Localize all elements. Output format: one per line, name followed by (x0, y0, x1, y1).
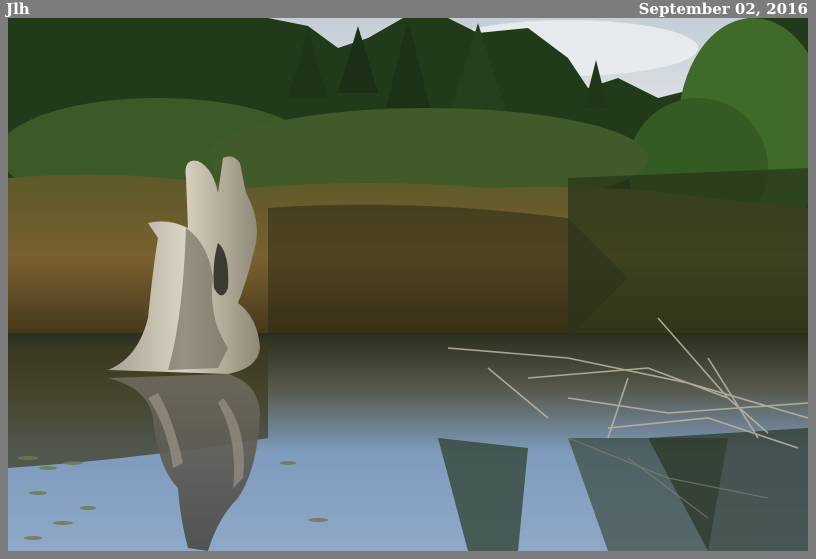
photographer-initials: Jlh (6, 0, 30, 18)
photograph (8, 18, 808, 551)
photo-frame: Jlh September 02, 2016 (0, 0, 816, 559)
landscape-scene (8, 18, 808, 551)
photo-date: September 02, 2016 (638, 0, 808, 18)
shrub-shadow (568, 168, 808, 358)
